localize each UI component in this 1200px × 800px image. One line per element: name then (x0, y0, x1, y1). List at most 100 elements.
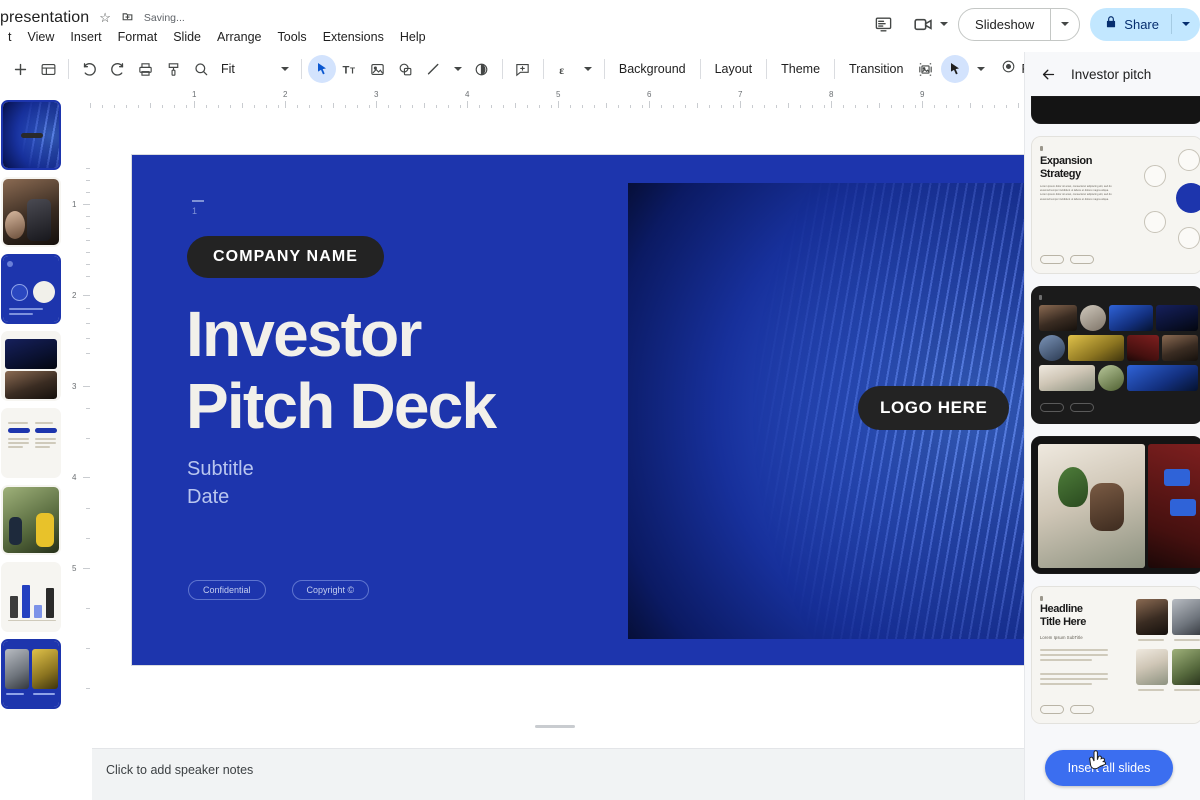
filmstrip-slide-4[interactable] (1, 331, 63, 401)
print-button[interactable] (131, 55, 159, 83)
menu-bar: t View Insert Format Slide Arrange Tools… (0, 28, 434, 46)
thumbnail[interactable] (1, 254, 61, 324)
panel-slide-card-4[interactable]: Headline Title Here Lorem Ipsum SubTitle (1031, 586, 1200, 724)
ruler-label-3: 3 (374, 90, 378, 99)
vertical-ruler[interactable]: 1 2 3 4 5 (70, 108, 90, 738)
move-to-folder-icon[interactable] (121, 10, 134, 26)
chevron-down-icon[interactable] (940, 22, 948, 26)
divider (604, 59, 605, 79)
thumbnail[interactable] (1, 485, 61, 555)
menu-item-tools[interactable]: Tools (270, 28, 315, 46)
thumbnail[interactable] (1, 177, 61, 247)
thumbnail[interactable] (1, 408, 61, 478)
menu-item-arrange[interactable]: Arrange (209, 28, 269, 46)
new-slide-button[interactable] (6, 55, 34, 83)
speaker-notes-pane[interactable]: Click to add speaker notes (92, 748, 1024, 800)
import-slides-panel: Investor pitch Expansion Strategy Lorem … (1024, 52, 1200, 800)
current-slide[interactable]: 1 COMPANY NAME Investor Pitch Deck Subti… (131, 154, 1039, 666)
copyright-badge[interactable]: Copyright © (292, 580, 370, 600)
insert-all-slides-button[interactable]: Insert all slides (1045, 750, 1173, 786)
line-chevron-down-icon[interactable] (448, 55, 468, 83)
menu-item-help[interactable]: Help (392, 28, 434, 46)
menu-item-view[interactable]: View (19, 28, 62, 46)
background-button[interactable]: Background (611, 58, 694, 80)
ruler-label-9: 9 (920, 90, 924, 99)
menu-item-slide[interactable]: Slide (165, 28, 209, 46)
meet-button[interactable] (908, 9, 948, 39)
shape-button[interactable] (392, 55, 420, 83)
transition-shape-button[interactable] (468, 55, 496, 83)
paint-format-button[interactable] (159, 55, 187, 83)
thumbnail[interactable] (1, 639, 61, 709)
share-button[interactable]: Share (1090, 8, 1200, 41)
thumbnail[interactable] (1, 100, 61, 170)
panel-slide-card-2[interactable] (1031, 286, 1200, 424)
filmstrip-slide-6[interactable] (1, 485, 63, 555)
theme-button[interactable]: Theme (773, 58, 828, 80)
redo-button[interactable] (103, 55, 131, 83)
company-name-pill[interactable]: COMPANY NAME (187, 236, 384, 278)
star-icon[interactable]: ☆ (99, 10, 111, 26)
insert-image-button[interactable] (364, 55, 392, 83)
zoom-button[interactable] (187, 55, 215, 83)
thumbnail[interactable] (1, 562, 61, 632)
horizontal-ruler[interactable]: 1 2 3 4 5 6 (90, 88, 1020, 108)
slide-layout-button[interactable] (34, 55, 62, 83)
slide-filmstrip[interactable] (0, 96, 66, 800)
equation-chevron-down-icon[interactable] (578, 55, 598, 83)
page-title[interactable]: presentation (0, 9, 89, 27)
zoom-level-label[interactable]: Fit (215, 58, 241, 80)
menu-item-file[interactable]: t (0, 28, 19, 46)
confidential-badge[interactable]: Confidential (188, 580, 266, 600)
divider (502, 59, 503, 79)
filmstrip-slide-3[interactable] (1, 254, 63, 324)
filmstrip-slide-7[interactable] (1, 562, 63, 632)
menu-item-insert[interactable]: Insert (62, 28, 109, 46)
canvas-resize-handle[interactable] (535, 725, 575, 728)
equation-button[interactable]: ε (550, 55, 578, 83)
lock-icon (1104, 15, 1118, 34)
ruler-label-4: 4 (465, 90, 469, 99)
ruler-label-6: 6 (647, 90, 651, 99)
undo-button[interactable] (75, 55, 103, 83)
slide-subtitle: Subtitle (187, 455, 254, 483)
pointer-chevron-down-icon[interactable] (971, 55, 991, 83)
slide-subtitle-block[interactable]: Subtitle Date (187, 455, 254, 511)
layout-button[interactable]: Layout (707, 58, 761, 80)
ruler-label-2: 2 (283, 90, 287, 99)
panel-title: Investor pitch (1071, 67, 1151, 82)
zoom-chevron-down-icon[interactable] (275, 55, 295, 83)
thumbnail[interactable] (1, 331, 61, 401)
presenter-view-icon[interactable] (868, 9, 898, 39)
select-tool-button[interactable] (308, 55, 336, 83)
card4-title-line1: Headline (1040, 603, 1135, 616)
add-comment-button[interactable] (509, 55, 537, 83)
laser-pointer-icon[interactable] (941, 55, 969, 83)
transition-button[interactable]: Transition (841, 58, 911, 80)
filmstrip-slide-8[interactable] (1, 639, 63, 709)
filmstrip-slide-1[interactable] (1, 100, 63, 170)
menu-item-format[interactable]: Format (110, 28, 166, 46)
slide-image-placeholder[interactable]: LOGO HERE (628, 183, 1036, 639)
filmstrip-slide-2[interactable] (1, 177, 63, 247)
record-circle-icon (1001, 59, 1016, 79)
arrow-left-icon[interactable] (1037, 63, 1059, 85)
slide-title[interactable]: Investor Pitch Deck (186, 298, 626, 442)
text-box-button[interactable]: TT (336, 55, 364, 83)
video-camera-icon[interactable] (908, 9, 938, 39)
card1-title-line1: Expansion (1040, 155, 1132, 168)
panel-slide-list[interactable]: Expansion Strategy Lorem ipsum dolor sit… (1025, 96, 1200, 786)
filmstrip-slide-5[interactable] (1, 408, 63, 478)
slideshow-button[interactable]: Slideshow (958, 8, 1080, 41)
background-image-icon[interactable] (911, 55, 939, 83)
logo-here-pill[interactable]: LOGO HERE (858, 386, 1009, 430)
slideshow-options-chevron-down-icon[interactable] (1051, 9, 1079, 40)
panel-slide-card-3[interactable] (1031, 436, 1200, 574)
slide-number-dash (192, 200, 204, 202)
share-options-chevron-down-icon[interactable] (1172, 22, 1200, 26)
panel-slide-card-1[interactable]: Expansion Strategy Lorem ipsum dolor sit… (1031, 136, 1200, 274)
menu-item-extensions[interactable]: Extensions (315, 28, 392, 46)
svg-text:T: T (350, 67, 355, 76)
line-button[interactable] (420, 55, 448, 83)
panel-slide-card-0[interactable] (1031, 96, 1200, 124)
